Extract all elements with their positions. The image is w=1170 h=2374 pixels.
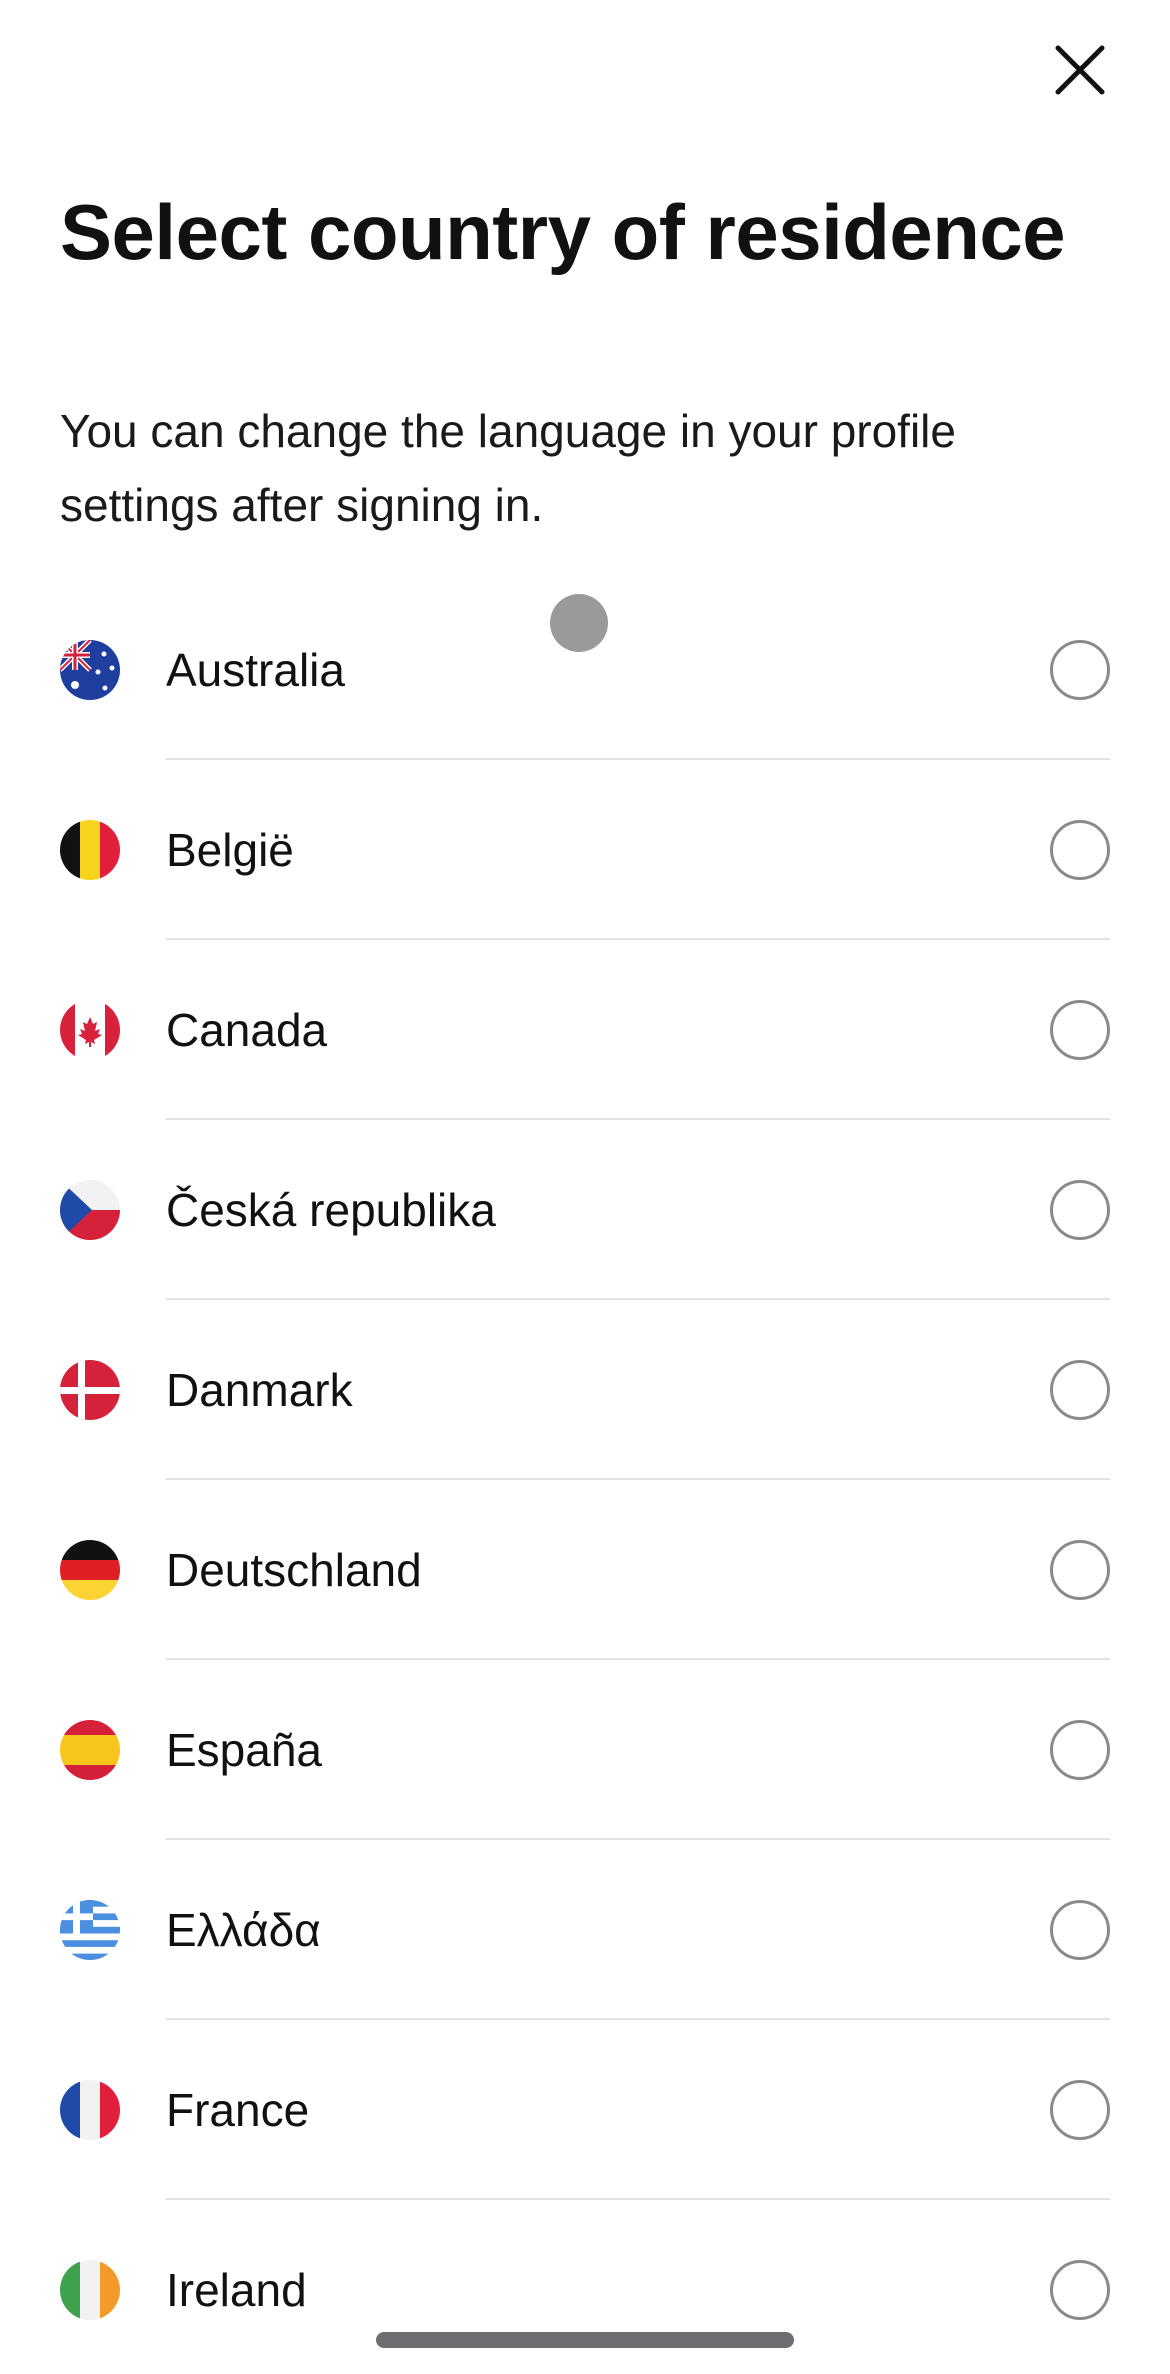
france-flag-icon — [60, 2080, 120, 2140]
close-icon — [1055, 45, 1105, 95]
radio-button[interactable] — [1050, 1900, 1110, 1960]
country-name: Deutschland — [166, 1544, 422, 1596]
radio-button[interactable] — [1050, 1180, 1110, 1240]
country-row-france[interactable]: France — [0, 2020, 1170, 2200]
country-name: France — [166, 2084, 310, 2136]
country-row-czech-republic[interactable]: Česká republika — [0, 1120, 1170, 1300]
country-name: Canada — [166, 1004, 328, 1056]
country-selection-screen: Select country of residence You can chan… — [0, 0, 1170, 2374]
country-list: Australia België Canada Česká republika … — [0, 580, 1170, 2374]
country-row-canada[interactable]: Canada — [0, 940, 1170, 1120]
ireland-flag-icon — [60, 2260, 120, 2320]
touch-indicator — [550, 594, 608, 652]
home-indicator[interactable] — [376, 2332, 794, 2348]
canada-flag-icon — [60, 1000, 120, 1060]
country-row-spain[interactable]: España — [0, 1660, 1170, 1840]
page-title: Select country of residence — [60, 188, 1066, 276]
australia-flag-icon — [60, 640, 120, 700]
country-row-belgium[interactable]: België — [0, 760, 1170, 940]
country-name: Ελλάδα — [166, 1904, 321, 1956]
country-row-denmark[interactable]: Danmark — [0, 1300, 1170, 1480]
country-name: Česká republika — [166, 1184, 496, 1236]
radio-button[interactable] — [1050, 1540, 1110, 1600]
radio-button[interactable] — [1050, 1360, 1110, 1420]
radio-button[interactable] — [1050, 640, 1110, 700]
country-name: Danmark — [166, 1364, 353, 1416]
country-name: Ireland — [166, 2264, 307, 2316]
spain-flag-icon — [60, 1720, 120, 1780]
page-subtitle: You can change the language in your prof… — [60, 405, 956, 531]
germany-flag-icon — [60, 1540, 120, 1600]
country-name: España — [166, 1724, 323, 1776]
close-button[interactable] — [1040, 30, 1120, 110]
country-name: Australia — [166, 644, 345, 696]
belgium-flag-icon — [60, 820, 120, 880]
country-row-greece[interactable]: Ελλάδα — [0, 1840, 1170, 2020]
radio-button[interactable] — [1050, 1720, 1110, 1780]
czech-flag-icon — [60, 1180, 120, 1240]
radio-button[interactable] — [1050, 820, 1110, 880]
country-name: België — [166, 824, 294, 876]
greece-flag-icon — [60, 1900, 120, 1960]
denmark-flag-icon — [60, 1360, 120, 1420]
country-row-germany[interactable]: Deutschland — [0, 1480, 1170, 1660]
radio-button[interactable] — [1050, 2080, 1110, 2140]
radio-button[interactable] — [1050, 1000, 1110, 1060]
radio-button[interactable] — [1050, 2260, 1110, 2320]
